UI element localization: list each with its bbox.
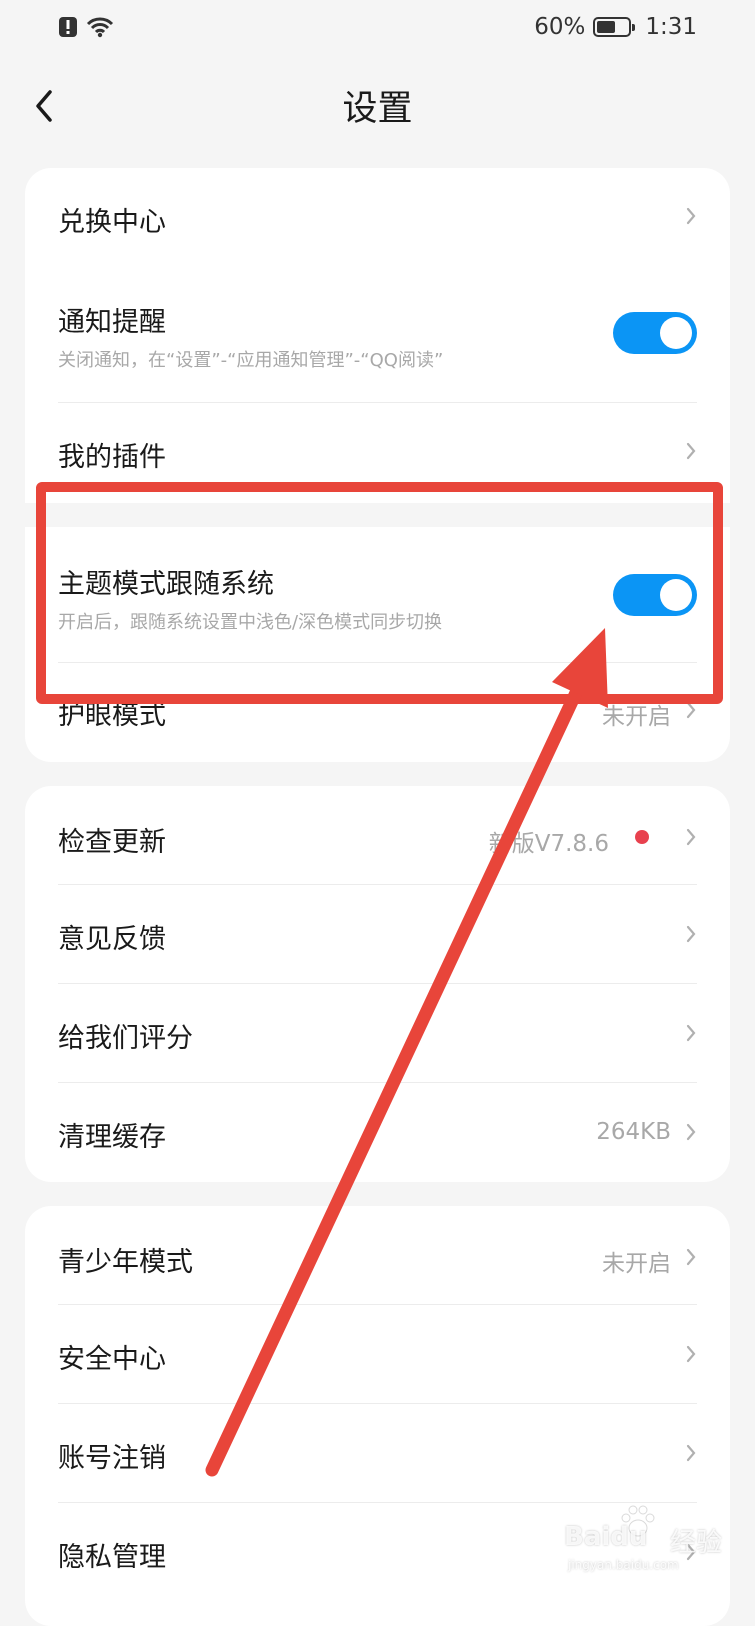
row-teen-mode[interactable]: 青少年模式 未开启 bbox=[58, 1206, 697, 1305]
annotation-highlight-box bbox=[36, 482, 723, 704]
row-feedback[interactable]: 意见反馈 bbox=[58, 885, 697, 984]
row-exchange-center[interactable]: 兑换中心 bbox=[58, 168, 697, 268]
toggle-knob bbox=[660, 317, 692, 349]
status-right: 60% 1:31 bbox=[534, 14, 697, 40]
chevron-right-icon bbox=[686, 925, 696, 943]
row-value: 未开启 bbox=[602, 1251, 671, 1277]
watermark: Baidu 经验 jingyan.baidu.com bbox=[560, 1505, 750, 1580]
row-check-update[interactable]: 检查更新 新版V7.8.6 bbox=[58, 786, 697, 885]
status-left bbox=[58, 16, 114, 38]
row-label: 检查更新 bbox=[58, 827, 166, 858]
row-value: 264KB bbox=[596, 1119, 671, 1145]
row-label: 意见反馈 bbox=[58, 924, 166, 955]
watermark-url: jingyan.baidu.com bbox=[568, 1558, 679, 1572]
chevron-right-icon bbox=[686, 828, 696, 846]
row-label: 通知提醒 bbox=[58, 307, 166, 338]
status-bar: 60% 1:31 bbox=[0, 0, 755, 56]
nav-bar: 设置 bbox=[0, 70, 755, 140]
row-clear-cache[interactable]: 清理缓存 264KB bbox=[58, 1083, 697, 1182]
row-label: 清理缓存 bbox=[58, 1122, 166, 1153]
row-label: 安全中心 bbox=[58, 1344, 166, 1375]
battery-icon bbox=[593, 17, 636, 37]
chevron-right-icon bbox=[686, 1024, 696, 1042]
alert-icon bbox=[59, 17, 77, 37]
settings-card-app: 检查更新 新版V7.8.6 意见反馈 给我们评分 清理缓存 264KB bbox=[25, 786, 730, 1182]
notify-toggle[interactable] bbox=[613, 312, 697, 354]
row-label: 兑换中心 bbox=[58, 207, 166, 238]
battery-fill bbox=[597, 21, 616, 33]
row-notify: 通知提醒 关闭通知，在“设置”-“应用通知管理”-“QQ阅读” bbox=[58, 268, 697, 403]
row-security-center[interactable]: 安全中心 bbox=[58, 1305, 697, 1404]
wifi-icon bbox=[86, 17, 114, 38]
row-subtitle: 关闭通知，在“设置”-“应用通知管理”-“QQ阅读” bbox=[58, 350, 444, 371]
chevron-right-icon bbox=[686, 442, 696, 460]
clock: 1:31 bbox=[645, 14, 697, 40]
row-account-cancel[interactable]: 账号注销 bbox=[58, 1404, 697, 1503]
chevron-right-icon bbox=[686, 1248, 696, 1266]
chevron-right-icon bbox=[686, 1123, 696, 1141]
row-label: 我的插件 bbox=[58, 442, 166, 473]
row-value: 新版V7.8.6 bbox=[488, 831, 609, 857]
chevron-right-icon bbox=[686, 1345, 696, 1363]
row-rate[interactable]: 给我们评分 bbox=[58, 984, 697, 1083]
chevron-right-icon bbox=[686, 1444, 696, 1462]
battery-percent: 60% bbox=[534, 14, 586, 40]
row-label: 账号注销 bbox=[58, 1443, 166, 1474]
watermark-brand: Baidu bbox=[564, 1522, 648, 1552]
row-label: 青少年模式 bbox=[58, 1247, 193, 1278]
chevron-right-icon bbox=[686, 207, 696, 225]
row-label: 给我们评分 bbox=[58, 1023, 193, 1054]
watermark-brand-cn: 经验 bbox=[670, 1528, 723, 1558]
row-label: 隐私管理 bbox=[58, 1542, 166, 1573]
update-badge-dot bbox=[635, 830, 649, 844]
page-title: 设置 bbox=[342, 89, 413, 129]
